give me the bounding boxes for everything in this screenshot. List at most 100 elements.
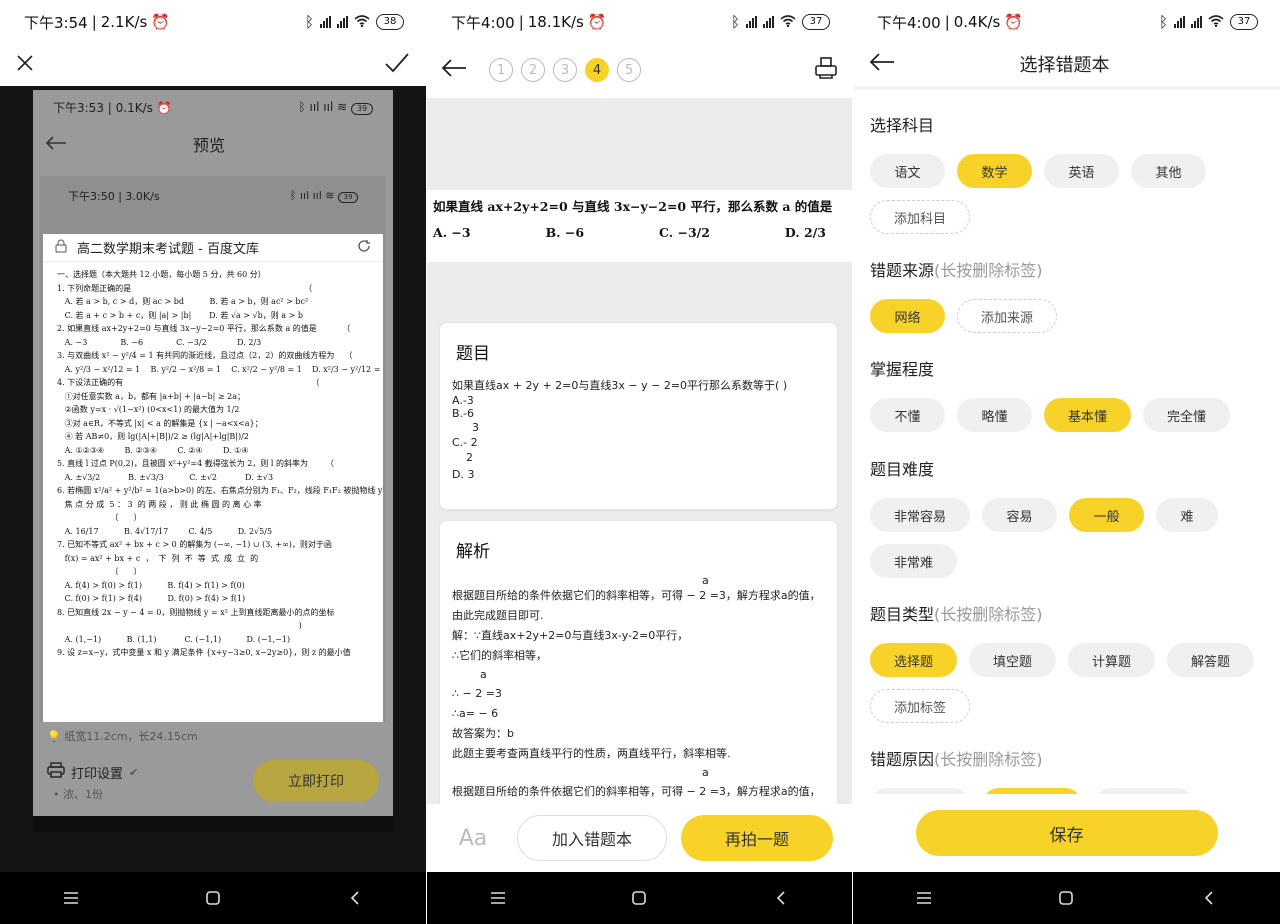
question-line: 如果直线ax + 2y + 2=0与直线3x − y − 2=0平行那么系数等于… (452, 379, 788, 392)
mastery-chip-basic[interactable]: 基本懂 (1044, 398, 1131, 432)
status-speed: 2.1K/s (100, 13, 148, 31)
refresh-icon (357, 239, 371, 257)
analysis-line: 解：∵直线ax+2y+2=0与直线3x-y-2=0平行， (452, 629, 689, 642)
exam-document: 高二数学期末考试题 - 百度文库 一、选择题（本大题共 12 小题，每小题 5 … (43, 234, 383, 746)
type-chip-calc[interactable]: 计算题 (1068, 643, 1155, 677)
save-button[interactable]: 保存 (915, 810, 1218, 856)
type-chip-fill[interactable]: 填空题 (969, 643, 1056, 677)
subject-chip-chinese[interactable]: 语文 (870, 154, 945, 188)
type-chip-answer[interactable]: 解答题 (1167, 643, 1254, 677)
question-result-screen: 下午4:00 | 18.1K/s ⏰ ᛒ 37 1 2 3 4 5 如果直线 ax+2… (427, 0, 852, 924)
mastery-chip-full[interactable]: 完全懂 (1143, 398, 1230, 432)
subject-label: 选择科目 (870, 116, 935, 135)
home-icon[interactable] (1046, 891, 1086, 905)
step-4[interactable]: 4 (585, 58, 609, 82)
difficulty-chip-normal[interactable]: 一般 (1069, 498, 1144, 532)
analysis-line: ∴它们的斜率相等， (452, 649, 547, 662)
option-c: C. −3/2 (659, 225, 710, 240)
paper-dimensions: 💡 纸宽11.2cm，长24.15cm (47, 730, 198, 743)
subject-chip-math[interactable]: 数学 (957, 154, 1032, 188)
analysis-line: a (702, 574, 709, 587)
back-icon[interactable] (335, 891, 375, 905)
difficulty-chip-very-hard[interactable]: 非常难 (870, 544, 957, 578)
option-d: D. 2/3 (784, 225, 826, 240)
back-icon[interactable] (1189, 891, 1229, 905)
battery-icon: 37 (1230, 14, 1258, 30)
source-chip-network[interactable]: 网络 (870, 299, 945, 333)
subject-chip-english[interactable]: 英语 (1044, 154, 1119, 188)
question-line: B.-6 (452, 407, 475, 420)
top-bar: 选择错题本 (853, 44, 1280, 84)
difficulty-section: 题目难度 非常容易 容易 一般 难 非常难 (870, 456, 1270, 578)
check-icon[interactable] (384, 52, 410, 78)
difficulty-chip-easy[interactable]: 容易 (982, 498, 1057, 532)
type-chip-choice[interactable]: 选择题 (870, 643, 957, 677)
back-arrow-icon[interactable] (441, 59, 467, 81)
retake-button[interactable]: 再拍一题 (681, 815, 833, 861)
source-label: 错题来源(长按删除标签) (870, 261, 1043, 280)
signal-icon (337, 16, 348, 28)
print-icon[interactable] (814, 56, 838, 84)
analysis-line: a (702, 766, 709, 779)
mastery-chip-slight[interactable]: 略懂 (957, 398, 1032, 432)
analysis-line: ∴a= − 6 (452, 707, 499, 720)
close-icon[interactable] (16, 54, 34, 76)
preview-screenshot: 下午3:53 | 0.1K/s ⏰ ᛒ ııl ııl ≋ 39 预览 下午3:… (33, 90, 393, 832)
status-bar: 下午3:54 | 2.1K/s ⏰ ᛒ 38 (0, 0, 426, 44)
subject-chip-other[interactable]: 其他 (1131, 154, 1206, 188)
wifi-icon (1208, 13, 1224, 31)
battery-icon: 37 (802, 14, 830, 30)
document-body: 一、选择题（本大题共 12 小题，每小题 5 分，共 60 分） 1. 下列命题… (57, 270, 383, 657)
step-3[interactable]: 3 (553, 58, 577, 82)
difficulty-chip-hard[interactable]: 难 (1156, 498, 1218, 532)
system-nav-bar (427, 872, 852, 924)
back-icon[interactable] (761, 891, 801, 905)
back-arrow-icon[interactable] (869, 53, 895, 75)
bluetooth-icon: ᛒ (304, 13, 314, 31)
question-card-title: 题目 (456, 344, 490, 364)
add-subject-button[interactable]: 添加科目 (870, 200, 970, 234)
print-preview-screen: 下午3:54 | 2.1K/s ⏰ ᛒ 38 下午3:53 | 0.1K/s ⏰ ᛒ … (0, 0, 426, 924)
analysis-card: 解析 a 根据题目所给的条件依据它们的斜率相等，可得 − 2 =3，解方程求a的… (439, 520, 838, 810)
menu-icon[interactable] (904, 892, 944, 904)
font-size-button[interactable]: Aa (443, 826, 503, 851)
subject-section: 选择科目 语文 数学 英语 其他 添加科目 (870, 112, 1270, 234)
divider (853, 86, 1280, 90)
menu-icon[interactable] (51, 892, 91, 904)
difficulty-label: 题目难度 (870, 460, 935, 479)
mastery-chip-none[interactable]: 不懂 (870, 398, 945, 432)
option-a: A. −3 (433, 225, 471, 240)
wifi-icon (780, 13, 796, 31)
source-section: 错题来源(长按删除标签) 网络 添加来源 (870, 257, 1270, 333)
analysis-line: 根据题目所给的条件依据它们的斜率相等，可得 − 2 =3，解方程求a的值， (452, 785, 821, 798)
question-card: 题目 如果直线ax + 2y + 2=0与直线3x − y − 2=0平行那么系… (439, 322, 838, 510)
home-icon[interactable] (619, 891, 659, 905)
choose-notebook-screen: 下午4:00 | 0.4K/s ⏰ ᛒ 37 选择错题本 选择科目 语文 数学 英语 … (853, 0, 1280, 924)
page-title: 选择错题本 (1019, 55, 1110, 76)
add-source-button[interactable]: 添加来源 (957, 299, 1057, 333)
print-now-button: 立即打印 (253, 760, 379, 802)
print-settings: 打印设置 ✔ (47, 762, 138, 782)
top-bar: 1 2 3 4 5 (427, 44, 852, 96)
question-line: 2 (466, 451, 473, 464)
add-to-notebook-button[interactable]: 加入错题本 (517, 815, 667, 861)
step-2[interactable]: 2 (521, 58, 545, 82)
home-icon[interactable] (193, 891, 233, 905)
step-1[interactable]: 1 (489, 58, 513, 82)
analysis-line: 此题主要考查两直线平行的性质，两直线平行，斜率相等. (452, 747, 731, 760)
bottom-actions: Aa 加入错题本 再拍一题 (427, 804, 852, 872)
inner-header: 预览 (33, 124, 393, 164)
battery-icon: 38 (376, 14, 404, 30)
bluetooth-icon: ᛒ (730, 13, 740, 31)
status-bar: 下午4:00 | 18.1K/s ⏰ ᛒ 37 (427, 0, 852, 44)
top-bar (0, 44, 426, 86)
inner-status-bar: 下午3:53 | 0.1K/s ⏰ ᛒ ııl ııl ≋ 39 (33, 90, 393, 124)
menu-icon[interactable] (478, 892, 518, 904)
lock-icon (55, 239, 67, 257)
difficulty-chip-very-easy[interactable]: 非常容易 (870, 498, 970, 532)
alarm-icon: ⏰ (1004, 13, 1023, 31)
step-5[interactable]: 5 (617, 58, 641, 82)
question-line: 3 (472, 421, 479, 434)
add-tag-button[interactable]: 添加标签 (870, 689, 970, 723)
question-line: A.-3 (452, 394, 474, 407)
